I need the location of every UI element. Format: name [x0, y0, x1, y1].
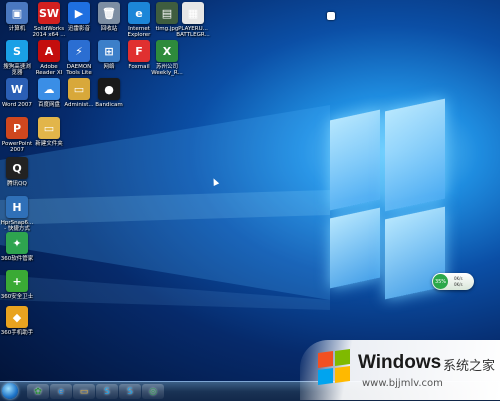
excel-file-icon: X	[156, 40, 178, 62]
network-speed-gadget[interactable]: 35% 0K/s 0K/s	[432, 273, 474, 290]
desktop-shortcut[interactable]: ▭ 新建文件夹	[32, 117, 66, 147]
document-icon: ▦	[182, 2, 204, 24]
taskbar-button[interactable]: ◎	[142, 384, 164, 399]
desktop-shortcut[interactable]: X 苏州公司 Weekly_R...	[150, 40, 184, 76]
adobe-reader-icon: A	[38, 40, 60, 62]
360-security-icon: +	[6, 270, 28, 292]
360-software-icon: ✦	[6, 232, 28, 254]
thunder-player-icon: ▶	[68, 2, 90, 24]
foxmail-icon: F	[128, 40, 150, 62]
tray-badge-icon[interactable]	[327, 12, 335, 20]
desktop-shortcut[interactable]: ⊞ 网络	[92, 40, 126, 70]
desktop-shortcut[interactable]: SW SolidWorks 2014 x64 ...	[32, 2, 66, 38]
desktop-shortcut[interactable]: P PowerPoint 2007	[0, 117, 34, 153]
desktop-shortcut[interactable]: ▣ 计算机	[0, 2, 34, 32]
network-icon: ⊞	[98, 40, 120, 62]
desktop-shortcut-label: PLAYERU... BATTLEGR...	[176, 26, 210, 38]
desktop-shortcut-label: Word 2007	[2, 102, 32, 108]
desktop-shortcut-label: 新建文件夹	[35, 141, 63, 147]
desktop-shortcut-label: Adobe Reader XI	[35, 64, 63, 76]
new-folder-icon: ▭	[38, 117, 60, 139]
bandicam-icon: ●	[98, 78, 120, 100]
solidworks-icon: SW	[38, 2, 60, 24]
folder-icon: ▭	[68, 78, 90, 100]
desktop-shortcut[interactable]: ▦ PLAYERU... BATTLEGR...	[176, 2, 210, 38]
desktop-shortcut-label: HprSnap6... - 快捷方式	[0, 220, 34, 232]
desktop-shortcut[interactable]: ▶ 迅雷影音	[62, 2, 96, 32]
desktop-shortcut-label: 360软件管家	[0, 256, 34, 262]
pointer-cursor-icon	[210, 177, 220, 186]
desktop-shortcut[interactable]: ▭ Administ...	[62, 78, 96, 108]
desktop-shortcut[interactable]: 🗑 回收站	[92, 2, 126, 32]
taskbar-button[interactable]: ▭	[73, 384, 95, 399]
ie-icon: e	[128, 2, 150, 24]
desktop-shortcut-label: 苏州公司 Weekly_R...	[151, 64, 183, 76]
baidu-netdisk-icon: ☁	[38, 78, 60, 100]
watermark-title: Windows	[358, 352, 442, 373]
desktop-shortcut[interactable]: ✦ 360软件管家	[0, 232, 34, 262]
desktop-shortcut[interactable]: H HprSnap6... - 快捷方式	[0, 196, 34, 232]
desktop-shortcut-label: PowerPoint 2007	[1, 141, 33, 153]
desktop-shortcut-label: Administ...	[64, 102, 94, 108]
taskbar-button[interactable]: S	[119, 384, 141, 399]
recycle-bin-icon: 🗑	[98, 2, 120, 24]
powerpoint-icon: P	[6, 117, 28, 139]
ie-taskbar-icon: e	[58, 386, 64, 397]
desktop-shortcut-label: 回收站	[100, 26, 118, 32]
computer-icon: ▣	[6, 2, 28, 24]
desktop-shortcut[interactable]: S 搜狗高速浏 览器	[0, 40, 34, 76]
start-button[interactable]	[2, 383, 18, 399]
sogou-taskbar-icon: S	[104, 386, 110, 397]
image-file-icon: ▤	[156, 2, 178, 24]
taskbar-button[interactable]: ✿	[27, 384, 49, 399]
360-mobile-icon: ◆	[6, 306, 28, 328]
desktop-shortcut[interactable]: ● Bandicam	[92, 78, 126, 108]
desktop-shortcut[interactable]: ☁ 百度网盘	[32, 78, 66, 108]
taskbar-button[interactable]: e	[50, 384, 72, 399]
qq-icon: Q	[6, 157, 28, 179]
desktop-shortcut[interactable]: +360安全卫士	[0, 270, 34, 300]
windows-logo	[310, 85, 480, 300]
gadget-percent: 35%	[433, 274, 448, 289]
desktop-shortcut[interactable]: A Adobe Reader XI	[32, 40, 66, 76]
desktop-shortcut-label: 腾讯QQ	[7, 181, 27, 187]
desktop-shortcut-label: 网络	[103, 64, 115, 70]
explorer-icon: ▭	[79, 386, 89, 397]
desktop-shortcut-label: SolidWorks 2014 x64 ...	[32, 26, 66, 38]
sogou-2-taskbar-icon: S	[127, 386, 133, 397]
watermark-subtitle: 系统之家	[443, 359, 496, 374]
word-icon: W	[6, 78, 28, 100]
360-browser-icon: ✿	[34, 386, 42, 397]
gadget-download: 0K/s	[454, 282, 463, 287]
daemon-tools-icon: ⚡	[68, 40, 90, 62]
360-taskbar-icon: ◎	[149, 386, 157, 397]
desktop-shortcut[interactable]: Q 腾讯QQ	[0, 157, 34, 187]
desktop-shortcut-label: DAEMON Tools Lite	[66, 64, 92, 76]
desktop-shortcut-label: 迅雷影音	[67, 26, 90, 32]
watermark-url: www.bjjmlv.com	[362, 378, 443, 389]
desktop-shortcut-label: 搜狗高速浏 览器	[3, 64, 31, 76]
windows-watermark-logo-icon	[318, 348, 352, 386]
desktop-shortcut-label: Bandicam	[95, 102, 123, 108]
desktop-shortcut-label: 360安全卫士	[0, 294, 34, 300]
hypersnap-icon: H	[6, 196, 28, 218]
desktop-shortcut[interactable]: ⚡ DAEMON Tools Lite	[62, 40, 96, 76]
gadget-upload: 0K/s	[454, 276, 463, 281]
desktop-shortcut[interactable]: W Word 2007	[0, 78, 34, 108]
taskbar-button[interactable]: S	[96, 384, 118, 399]
desktop-shortcut-label: 百度网盘	[37, 102, 60, 108]
desktop-shortcut-label: 计算机	[8, 26, 26, 32]
watermark: Windows 系统之家 www.bjjmlv.com	[300, 340, 500, 400]
desktop-shortcut-label: 360手机助手	[0, 330, 34, 336]
desktop-shortcut[interactable]: ◆ 360手机助手	[0, 306, 34, 336]
sogou-browser-icon: S	[6, 40, 28, 62]
